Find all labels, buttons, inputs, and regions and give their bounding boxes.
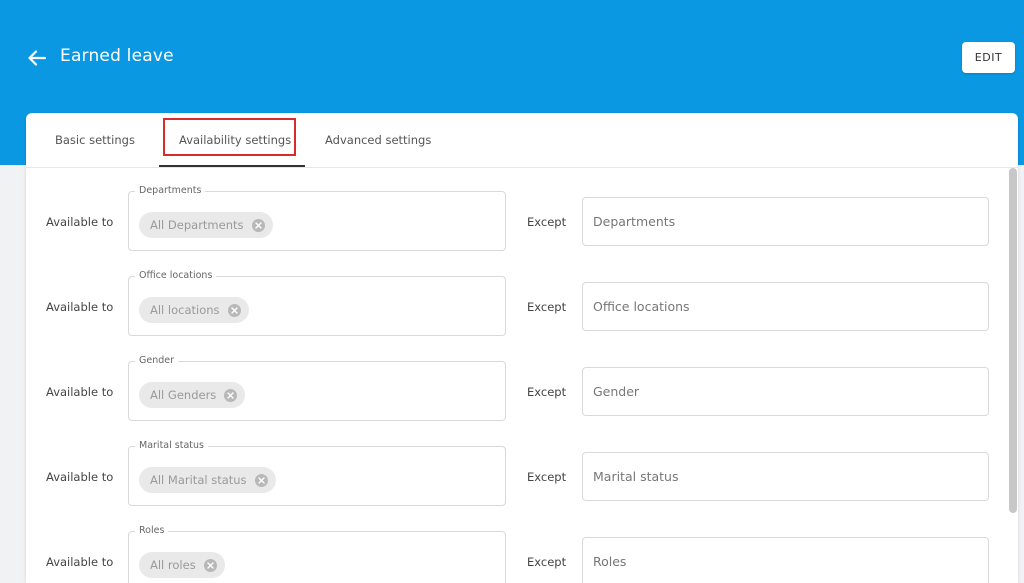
chip-label: All Genders	[150, 388, 217, 402]
selected-chip: All locations	[139, 297, 249, 323]
close-circle-icon[interactable]	[254, 473, 268, 487]
close-circle-icon[interactable]	[227, 303, 241, 317]
selected-chip: All Departments	[139, 212, 273, 238]
back-button[interactable]	[26, 48, 48, 68]
availability-row-marital-status: Available to Marital status All Marital …	[26, 440, 1018, 508]
roles-select[interactable]: Roles All roles	[128, 525, 506, 583]
availability-row-departments: Available to Departments All Departments…	[26, 185, 1018, 253]
field-legend: Office locations	[135, 270, 217, 282]
departments-select[interactable]: Departments All Departments	[128, 185, 506, 251]
selected-chip: All roles	[139, 552, 225, 578]
available-to-label: Available to	[46, 215, 114, 229]
except-label: Except	[527, 300, 567, 314]
field-legend: Gender	[135, 355, 179, 367]
active-tab-indicator	[159, 165, 305, 167]
close-circle-icon[interactable]	[203, 558, 217, 572]
chip-label: All Marital status	[150, 473, 247, 487]
except-label: Except	[527, 215, 567, 229]
except-departments-input[interactable]	[582, 197, 989, 246]
except-label: Except	[527, 470, 567, 484]
except-gender-input[interactable]	[582, 367, 989, 416]
available-to-label: Available to	[46, 470, 114, 484]
available-to-label: Available to	[46, 300, 114, 314]
availability-row-gender: Available to Gender All Genders Except	[26, 355, 1018, 423]
field-legend: Roles	[135, 525, 169, 537]
tab-basic-settings[interactable]: Basic settings	[55, 133, 135, 147]
gender-select[interactable]: Gender All Genders	[128, 355, 506, 421]
selected-chip: All Genders	[139, 382, 246, 408]
except-roles-input[interactable]	[582, 537, 989, 583]
except-office-locations-input[interactable]	[582, 282, 989, 331]
office-locations-select[interactable]: Office locations All locations	[128, 270, 506, 336]
edit-button[interactable]: EDIT	[962, 42, 1015, 73]
tab-advanced-settings[interactable]: Advanced settings	[325, 133, 431, 147]
page-title: Earned leave	[60, 46, 174, 66]
close-circle-icon[interactable]	[251, 218, 265, 232]
chip-label: All Departments	[150, 218, 244, 232]
field-legend: Departments	[135, 185, 206, 197]
availability-row-roles: Available to Roles All roles Except	[26, 525, 1018, 583]
selected-chip: All Marital status	[139, 467, 276, 493]
close-circle-icon[interactable]	[224, 388, 238, 402]
settings-card: Basic settings Availability settings Adv…	[26, 113, 1018, 583]
except-label: Except	[527, 385, 567, 399]
vertical-scrollbar[interactable]	[1009, 168, 1017, 513]
arrow-left-icon	[28, 50, 46, 66]
available-to-label: Available to	[46, 385, 114, 399]
field-legend: Marital status	[135, 440, 208, 452]
tab-highlight-box	[163, 118, 296, 156]
marital-status-select[interactable]: Marital status All Marital status	[128, 440, 506, 506]
except-marital-status-input[interactable]	[582, 452, 989, 501]
chip-label: All locations	[150, 303, 220, 317]
availability-row-office-locations: Available to Office locations All locati…	[26, 270, 1018, 338]
chip-label: All roles	[150, 558, 196, 572]
tab-bar: Basic settings Availability settings Adv…	[26, 113, 1018, 168]
